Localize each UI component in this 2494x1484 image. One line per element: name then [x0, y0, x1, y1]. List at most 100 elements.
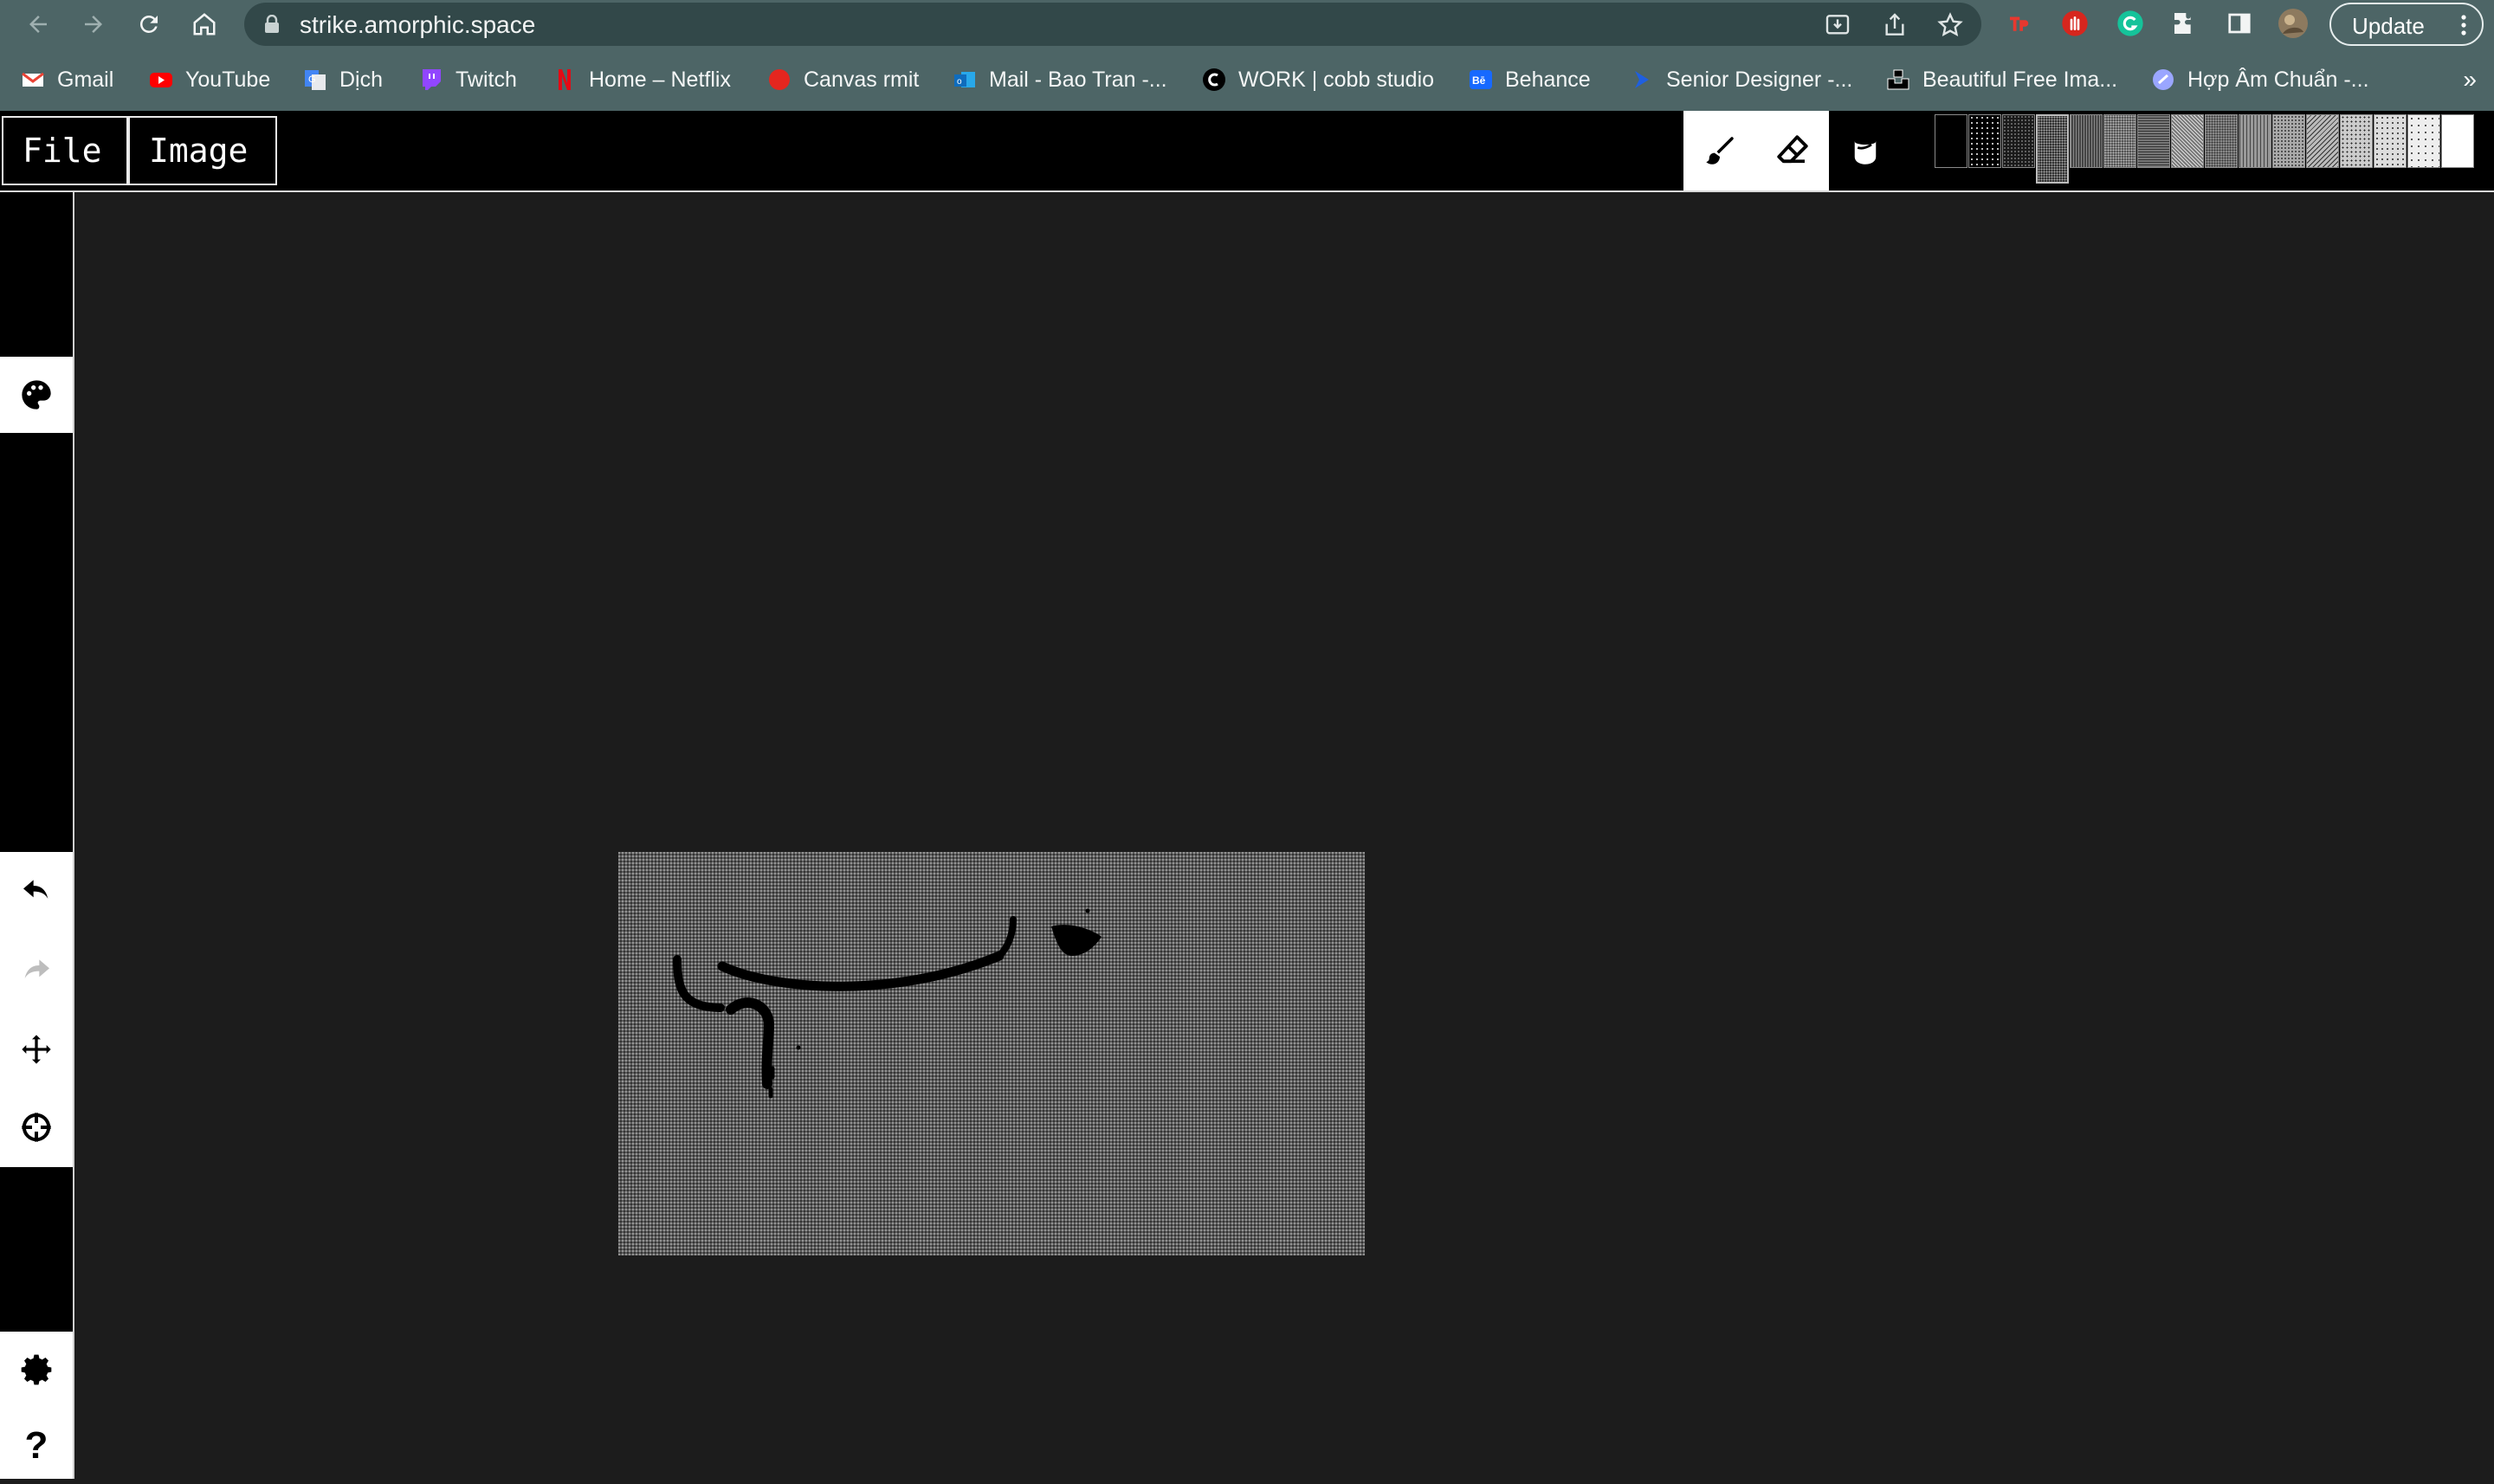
home-icon	[193, 13, 216, 35]
help-button[interactable]: ?	[0, 1408, 73, 1484]
home-button[interactable]	[185, 5, 223, 43]
bookmark-netflix[interactable]: Home – Netflix	[552, 66, 731, 94]
pattern-swatch[interactable]	[2441, 114, 2474, 168]
fill-tool[interactable]	[1829, 111, 1902, 190]
pattern-swatch[interactable]	[2137, 114, 2170, 168]
grammarly-icon[interactable]	[2115, 8, 2146, 39]
move-button[interactable]	[0, 1011, 73, 1087]
undo-button[interactable]	[0, 852, 73, 928]
extension-tp-icon[interactable]	[2003, 8, 2034, 39]
bookmark-label: Mail - Bao Tran -...	[989, 67, 1167, 92]
pattern-swatch[interactable]	[2103, 114, 2136, 168]
stroke-speck	[1085, 908, 1090, 913]
redo-button[interactable]	[0, 932, 73, 1008]
pattern-swatch[interactable]	[1968, 114, 2001, 168]
bookmark-label: WORK | cobb studio	[1238, 67, 1435, 92]
arrow-bookmark-icon	[1630, 68, 1654, 92]
pattern-swatch[interactable]	[2374, 114, 2407, 168]
canvas-strokes	[673, 908, 1102, 1099]
youtube-icon	[149, 68, 173, 92]
svg-text:Bē: Bē	[1472, 74, 1486, 87]
pattern-swatch[interactable]	[2036, 114, 2069, 184]
pattern-swatch[interactable]	[2239, 114, 2271, 168]
stroke-smile-end	[996, 916, 1017, 959]
bookmark-label: Gmail	[57, 67, 114, 92]
forward-button[interactable]	[74, 5, 113, 43]
pattern-swatch[interactable]	[1935, 114, 1967, 168]
pattern-swatch[interactable]	[2171, 114, 2204, 168]
tool-group	[1683, 111, 1902, 190]
canvas-workspace[interactable]	[74, 192, 2494, 1479]
url-text: strike.amorphic.space	[300, 11, 536, 38]
cobb-studio-icon	[1202, 68, 1226, 92]
outlook-icon: o	[953, 68, 977, 92]
stroke-hook	[673, 955, 725, 1012]
extension-hand-icon[interactable]	[2059, 8, 2090, 39]
stroke-smile	[717, 951, 1005, 991]
pattern-swatch[interactable]	[2407, 114, 2440, 168]
netflix-icon	[552, 68, 577, 92]
bookmark-label: Behance	[1505, 67, 1591, 92]
extensions-puzzle-icon[interactable]	[2169, 8, 2200, 39]
bookmark-senior-designer[interactable]: Senior Designer -...	[1630, 66, 1852, 94]
pattern-swatch[interactable]	[2340, 114, 2373, 168]
file-menu-button[interactable]: File	[2, 116, 128, 185]
redo-icon	[24, 959, 49, 978]
svg-text:o: o	[957, 77, 962, 87]
pattern-swatch[interactable]	[2272, 114, 2305, 168]
bookmark-gmail[interactable]: Gmail	[21, 66, 113, 94]
stroke-speck	[796, 1045, 801, 1050]
reload-button[interactable]	[130, 5, 168, 43]
drawing-canvas[interactable]	[618, 852, 1365, 1255]
crosshair-icon	[22, 1113, 51, 1142]
paintbrush-icon	[1706, 137, 1734, 165]
palette-block	[0, 357, 73, 433]
bookmarks-overflow-button[interactable]: »	[2463, 66, 2477, 94]
move-arrows-icon	[22, 1035, 51, 1064]
bookmark-dich[interactable]: G Dịch	[303, 66, 383, 94]
settings-button[interactable]	[0, 1332, 73, 1408]
bookmark-behance[interactable]: Bē Behance	[1469, 66, 1591, 94]
arrow-right-icon	[85, 16, 102, 33]
share-icon[interactable]	[1881, 11, 1909, 39]
side-panel-icon[interactable]	[2224, 8, 2255, 39]
update-button[interactable]: Update	[2329, 3, 2484, 46]
pattern-palette	[1935, 114, 2494, 190]
install-app-icon[interactable]	[1824, 11, 1851, 39]
lock-icon	[265, 15, 279, 33]
hopamchuan-icon	[2151, 68, 2175, 92]
bookmark-star-icon[interactable]	[1936, 11, 1964, 39]
back-button[interactable]	[19, 5, 57, 43]
eraser-icon	[1777, 135, 1808, 164]
image-menu-button[interactable]: Image	[128, 116, 277, 185]
brush-tool[interactable]	[1683, 111, 1756, 190]
pattern-swatch[interactable]	[2306, 114, 2339, 168]
bookmark-youtube[interactable]: YouTube	[149, 66, 270, 94]
left-sidebar: ?	[0, 192, 73, 1479]
bookmark-outlook[interactable]: o Mail - Bao Tran -...	[953, 66, 1167, 94]
history-block	[0, 852, 73, 1167]
paint-bucket-icon	[1854, 139, 1877, 165]
recenter-button[interactable]	[0, 1089, 73, 1165]
pattern-swatch[interactable]	[2205, 114, 2238, 168]
bookmark-label: Dịch	[339, 67, 384, 92]
pattern-swatch[interactable]	[2070, 114, 2103, 168]
bookmark-canvas[interactable]: Canvas rmit	[767, 66, 919, 94]
address-bar[interactable]: strike.amorphic.space	[244, 3, 1981, 46]
kebab-menu-icon	[2461, 15, 2466, 35]
pattern-swatch[interactable]	[2002, 114, 2035, 168]
bookmark-label: Twitch	[456, 67, 517, 92]
bookmark-label: Home – Netflix	[589, 67, 731, 92]
svg-text:G: G	[308, 74, 316, 85]
bookmark-hopamchuan[interactable]: Hợp Âm Chuẩn -...	[2151, 66, 2369, 94]
update-label: Update	[2352, 13, 2425, 39]
canvas-icon	[767, 68, 791, 92]
unsplash-icon	[1886, 68, 1910, 92]
eraser-tool[interactable]	[1756, 111, 1829, 190]
meta-block: ?	[0, 1332, 73, 1479]
bookmark-unsplash[interactable]: Beautiful Free Ima...	[1886, 66, 2117, 94]
bookmark-cobb-studio[interactable]: WORK | cobb studio	[1202, 66, 1434, 94]
bookmark-twitch[interactable]: Twitch	[419, 66, 517, 94]
palette-button[interactable]	[0, 357, 73, 433]
profile-avatar[interactable]	[2278, 8, 2309, 39]
